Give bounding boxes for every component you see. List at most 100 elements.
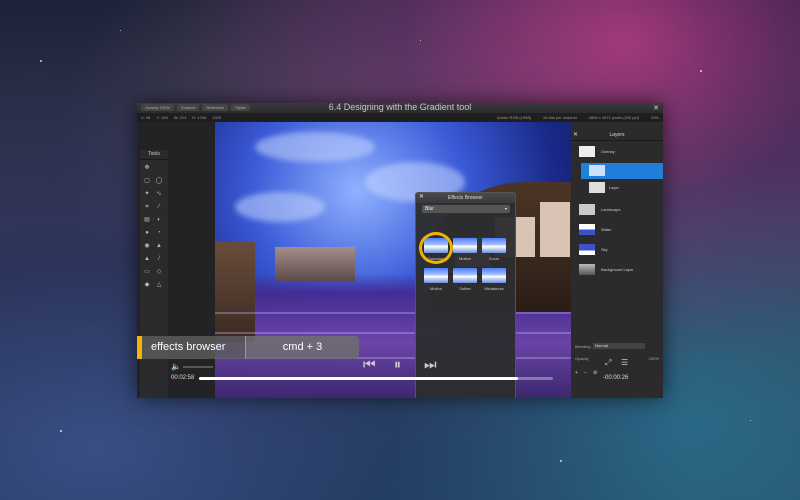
layer-thumbnail bbox=[579, 224, 595, 235]
layer-row[interactable]: Landscape bbox=[577, 202, 663, 218]
effect-label: Motion bbox=[458, 256, 471, 261]
layer-name: Background Layer bbox=[601, 267, 634, 272]
tools-title: Tools bbox=[140, 150, 168, 160]
effect-label: Miniaturize bbox=[484, 286, 504, 291]
building bbox=[540, 202, 570, 257]
crop-icon[interactable]: ⌗ bbox=[143, 203, 151, 211]
paint-bucket-icon[interactable]: ◐ bbox=[155, 216, 163, 224]
layer-name: Overlay bbox=[601, 149, 615, 154]
cloud bbox=[255, 132, 375, 162]
distant-town bbox=[275, 247, 355, 282]
rewind-icon[interactable]: ⏮ bbox=[363, 356, 376, 373]
left-buildings bbox=[215, 242, 255, 342]
chevron-down-icon: ▾ bbox=[504, 206, 507, 211]
effect-thumbnail[interactable] bbox=[453, 268, 477, 283]
info-value: W: 214 bbox=[173, 115, 187, 120]
layer-thumbnail bbox=[589, 165, 605, 176]
effect-thumbnail[interactable] bbox=[424, 268, 448, 283]
move-tool-icon[interactable]: ✥ bbox=[143, 164, 151, 172]
star bbox=[40, 60, 42, 62]
layer-row[interactable]: Layer bbox=[581, 180, 663, 196]
effect-label: Soften bbox=[459, 286, 471, 291]
remaining-time: -00:00:26 bbox=[603, 375, 629, 381]
shortcut-name: effects browser bbox=[142, 336, 245, 359]
layer-row[interactable]: Background Layer bbox=[577, 262, 663, 278]
gradient-icon[interactable]: ▤ bbox=[143, 216, 151, 224]
color-profile: Adobe RGB (1998) bbox=[496, 115, 531, 120]
flame-icon[interactable]: ▲ bbox=[155, 242, 163, 250]
volume-slider[interactable] bbox=[183, 366, 213, 368]
info-value: X: 98 bbox=[141, 115, 151, 120]
fast-forward-icon[interactable]: ⏭ bbox=[424, 356, 437, 373]
chapter-list-icon[interactable]: ☰ bbox=[621, 358, 628, 367]
star bbox=[700, 70, 702, 72]
info-value: H: 1246 bbox=[192, 115, 207, 120]
layer-thumbnail bbox=[579, 244, 595, 255]
window-title: 6.4 Designing with the Gradient tool bbox=[328, 103, 472, 112]
stamp-icon[interactable]: ▲ bbox=[143, 255, 151, 263]
layer-row[interactable]: Overlay bbox=[577, 144, 663, 160]
close-icon[interactable]: ✕ bbox=[419, 194, 426, 201]
title-bar: Opacity 100% Shadow Reflection Styles 6.… bbox=[137, 103, 663, 113]
video-player-controls: 🔈 ⏮ ⏸ ⏭ ⤢ ☰ 00:02:58 -00:00:26 bbox=[137, 356, 663, 395]
ellipse-select-icon[interactable]: ◯ bbox=[155, 177, 163, 185]
brush-icon[interactable]: ● bbox=[143, 229, 151, 237]
rect-select-icon[interactable]: ▢ bbox=[143, 177, 151, 185]
effect-label: Motion bbox=[429, 286, 442, 291]
magic-wand-icon[interactable]: ✦ bbox=[143, 190, 151, 198]
water-ripple bbox=[215, 312, 571, 314]
pencil-icon[interactable]: / bbox=[155, 255, 163, 263]
layer-thumbnail bbox=[589, 182, 605, 193]
layer-thumbnail bbox=[579, 204, 595, 215]
smudge-icon[interactable]: ◇ bbox=[155, 268, 163, 276]
zoom-level: 29% bbox=[650, 115, 659, 120]
layer-row[interactable]: Water bbox=[577, 222, 663, 238]
layer-thumbnail bbox=[579, 264, 595, 275]
layer-name: Water bbox=[601, 227, 612, 232]
blending-select[interactable]: Normal bbox=[593, 343, 645, 349]
burn-icon[interactable]: ◔ bbox=[155, 229, 163, 237]
star bbox=[750, 420, 751, 421]
layers-title: Layers bbox=[571, 130, 663, 141]
effect-thumbnail[interactable] bbox=[453, 238, 477, 253]
info-value: Y: 158 bbox=[156, 115, 168, 120]
water-ripple bbox=[215, 332, 571, 334]
close-icon[interactable]: ✕ bbox=[653, 104, 659, 112]
star bbox=[120, 30, 121, 31]
bit-depth: 16 bits per channel bbox=[542, 115, 577, 120]
pause-icon[interactable]: ⏸ bbox=[394, 356, 401, 373]
layer-row[interactable] bbox=[581, 163, 663, 179]
category-value: Blur bbox=[425, 206, 434, 212]
layer-name: Sky bbox=[601, 247, 608, 252]
effect-thumbnail[interactable] bbox=[482, 238, 506, 253]
drop-icon[interactable]: ◆ bbox=[143, 281, 151, 289]
highlight-ring bbox=[419, 232, 453, 264]
layer-name: Landscape bbox=[601, 207, 621, 212]
layer-row[interactable]: Sky bbox=[577, 242, 663, 258]
lasso-icon[interactable]: ∿ bbox=[155, 190, 163, 198]
eyedropper-icon[interactable]: ⁄ bbox=[155, 203, 163, 211]
star bbox=[420, 40, 421, 41]
cloud bbox=[235, 192, 325, 222]
effects-browser-title: Effects Browser bbox=[416, 193, 515, 203]
info-value: 1325 bbox=[212, 115, 222, 120]
eye-icon[interactable]: ◉ bbox=[143, 242, 151, 250]
blending-label: Blending bbox=[575, 344, 591, 349]
eraser-icon[interactable]: ▭ bbox=[143, 268, 151, 276]
sharpen-icon[interactable]: △ bbox=[155, 281, 163, 289]
effect-thumbnail[interactable] bbox=[482, 268, 506, 283]
category-select[interactable]: Blur ▾ bbox=[422, 205, 510, 213]
volume-icon[interactable]: 🔈 bbox=[171, 362, 181, 371]
layer-name: Layer bbox=[609, 185, 620, 190]
shortcut-overlay: effects browser cmd + 3 bbox=[137, 336, 359, 359]
effect-label: Zoom bbox=[488, 256, 500, 261]
layer-thumbnail bbox=[579, 146, 595, 157]
shortcut-keys: cmd + 3 bbox=[246, 336, 359, 359]
current-time: 00:02:58 bbox=[171, 375, 195, 381]
star bbox=[60, 430, 62, 432]
image-size: 4896 x 3472 pixels (300 ppi) bbox=[588, 115, 639, 120]
fullscreen-icon[interactable]: ⤢ bbox=[605, 358, 611, 368]
progress-fill bbox=[199, 377, 518, 380]
layers-panel: ✕ Layers Overlay Layer Landscape Water S… bbox=[571, 122, 663, 398]
progress-bar[interactable] bbox=[199, 377, 553, 380]
